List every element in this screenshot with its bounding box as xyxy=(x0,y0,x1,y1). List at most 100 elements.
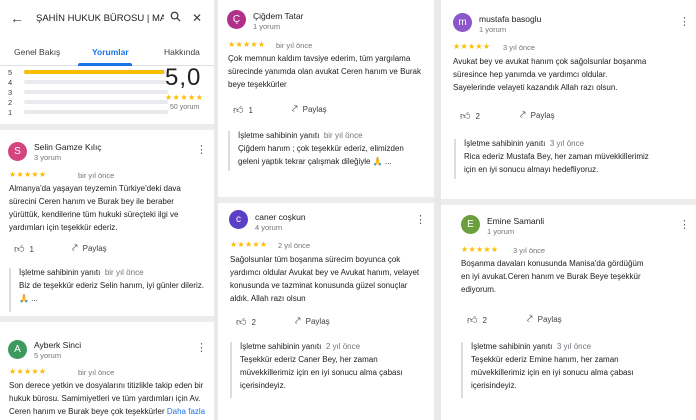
review-text: Sağolsunlar tüm boşanma sürecim boyunca … xyxy=(230,253,434,305)
rating-bar-fill xyxy=(24,70,164,74)
reviewer-name[interactable]: Emine Samanli xyxy=(487,216,544,226)
reviewer-name[interactable]: Selin Gamze Kılıç xyxy=(34,142,102,152)
owner-reply-label: İşletme sahibinin yanıtı xyxy=(464,139,546,148)
thumbs-up-icon: 👍︎ xyxy=(460,111,471,122)
reviewer-name[interactable]: mustafa basoglu xyxy=(479,14,541,24)
like-button[interactable]: 👍︎ 1 xyxy=(233,104,253,116)
owner-reply-label: İşletme sahibinin yanıtı xyxy=(238,131,320,140)
review-text-line: yardımcı oldular Avukat bey ve Avukat ha… xyxy=(230,268,420,277)
average-stars: ★★★★★ xyxy=(165,93,204,102)
close-icon[interactable]: ✕ xyxy=(186,11,208,25)
share-button[interactable]: ⤤ Paylaş xyxy=(292,104,327,115)
review-text-line: Almanya'da yaşayan teyzemin Türkiye'deki… xyxy=(9,184,181,193)
owner-reply: İşletme sahibinin yanıtı 3 yıl önce Teşe… xyxy=(461,342,687,398)
tab-overview[interactable]: Genel Bakış xyxy=(14,47,60,57)
owner-reply-date: 3 yıl önce xyxy=(549,139,585,148)
share-icon: ⤤ xyxy=(520,110,526,121)
avatar[interactable]: S xyxy=(8,142,27,161)
active-tab-indicator xyxy=(78,63,132,66)
owner-reply-text-line: geleni yaptık tekrar çalışmak dileğiyle … xyxy=(238,157,392,166)
share-button[interactable]: ⤤ Paylaş xyxy=(527,314,562,325)
rating-bar-label: 2 xyxy=(8,97,13,107)
more-options-icon[interactable]: ⋮ xyxy=(196,145,207,156)
review-text-line: süresince hep yanımda ve yardımcı oldula… xyxy=(453,70,608,79)
owner-reply-label: İşletme sahibinin yanıtı xyxy=(471,342,553,351)
review-text-line: yürüttük, kendilerine tüm hukuki süreçte… xyxy=(9,210,179,219)
share-icon: ⤤ xyxy=(527,314,533,325)
review-text-line: Sayelerinde velayeti kazandık Allah razı… xyxy=(453,83,618,92)
owner-reply: İşletme sahibinin yanıtı bir yıl önce Bi… xyxy=(9,268,209,312)
avatar[interactable]: E xyxy=(461,215,480,234)
rating-bar-row: 1 xyxy=(8,107,168,117)
review-text-line: konusunda ve tazminat konusunda güzel so… xyxy=(230,281,408,290)
avatar[interactable]: A xyxy=(8,340,27,359)
review-date: 3 yıl önce xyxy=(513,246,546,255)
search-bar[interactable]: ← ŞAHİN HUKUK BÜROSU | MAN ✕ xyxy=(6,6,208,30)
review-text-line: Ceren hanım ve Burak beye çok teşekkürle… xyxy=(9,407,165,416)
share-icon: ⤤ xyxy=(295,316,301,327)
review-text-line: en iyi avukat.Ceren hanım ve Burak Beye … xyxy=(461,272,641,281)
avatar[interactable]: Ç xyxy=(227,10,246,29)
review-text: Son derece yetkin ve dosyalarını titizli… xyxy=(9,379,214,418)
review-text-line: ediyorum. xyxy=(461,285,497,294)
read-more-link[interactable]: Daha fazla xyxy=(167,407,205,416)
owner-reply-text-line: için en iyi sonucu almayı hedefliyoruz. xyxy=(464,165,599,174)
thumbs-up-icon: 👍︎ xyxy=(233,105,244,116)
more-options-icon[interactable]: ⋮ xyxy=(679,220,690,231)
owner-reply-label: İşletme sahibinin yanıtı xyxy=(19,268,101,277)
avatar[interactable]: c xyxy=(229,210,248,229)
review-card: A Ayberk Sinci 5 yorum ⋮ ★★★★★ bir yıl ö… xyxy=(0,322,214,420)
owner-reply-text-line: Rica ederiz Mustafa Bey, her zaman müvek… xyxy=(464,152,649,161)
review-text: Almanya'da yaşayan teyzemin Türkiye'deki… xyxy=(9,182,209,234)
share-button[interactable]: ⤤ Paylaş xyxy=(72,243,107,254)
like-button[interactable]: 👍︎ 2 xyxy=(460,110,480,122)
rating-bar-label: 4 xyxy=(8,77,13,87)
review-stars: ★★★★★ xyxy=(228,40,266,49)
share-icon: ⤤ xyxy=(292,104,298,115)
review-date: 3 yıl önce xyxy=(503,43,536,52)
reviews-panel-left: ← ŞAHİN HUKUK BÜROSU | MAN ✕ Genel Bakış… xyxy=(0,0,214,420)
more-options-icon[interactable]: ⋮ xyxy=(679,17,690,28)
reviews-panel-middle: Ç Çiğdem Tatar 1 yorum ★★★★★ bir yıl önc… xyxy=(218,0,434,420)
like-count: 2 xyxy=(251,317,256,327)
owner-reply: İşletme sahibinin yanıtı bir yıl önce Çi… xyxy=(228,131,428,171)
review-text-line: Avukat bey ve avukat hanım çok sağolsunl… xyxy=(453,57,647,66)
like-button[interactable]: 👍︎ 2 xyxy=(236,316,256,328)
search-input[interactable]: ŞAHİN HUKUK BÜROSU | MAN xyxy=(28,13,164,24)
back-arrow-icon[interactable]: ← xyxy=(6,10,28,26)
like-button[interactable]: 👍︎ 2 xyxy=(467,314,487,326)
owner-reply-text-line: Teşekkür ederiz Emine hanım, her zaman xyxy=(471,355,619,364)
review-text-line: Boşanma davaları konusunda Manisa'da gör… xyxy=(461,259,644,268)
reviewer-review-count: 3 yorum xyxy=(34,153,62,162)
review-card: c caner coşkun 4 yorum ⋮ ★★★★★ 2 yıl önc… xyxy=(218,203,434,420)
search-icon[interactable] xyxy=(164,11,186,25)
review-count: 50 yorum xyxy=(170,104,200,111)
avatar[interactable]: m xyxy=(453,13,472,32)
rating-bar-label: 1 xyxy=(8,107,13,117)
share-button[interactable]: ⤤ Paylaş xyxy=(295,316,330,327)
more-options-icon[interactable]: ⋮ xyxy=(196,343,207,354)
rating-bar-label: 3 xyxy=(8,87,13,97)
review-text-line: Sağolsunlar tüm boşanma sürecim boyunca … xyxy=(230,255,401,264)
share-button[interactable]: ⤤ Paylaş xyxy=(520,110,555,121)
share-icon: ⤤ xyxy=(72,243,78,254)
review-text: Boşanma davaları konusunda Manisa'da gör… xyxy=(461,257,691,296)
tab-reviews[interactable]: Yorumlar xyxy=(92,47,129,57)
review-stars: ★★★★★ xyxy=(230,240,268,249)
owner-reply-text-line: içerisindeyiz. xyxy=(240,381,286,390)
reviewer-name[interactable]: Çiğdem Tatar xyxy=(253,11,303,21)
share-label: Paylaş xyxy=(82,244,107,253)
like-button[interactable]: 👍︎ 1 xyxy=(14,243,34,255)
more-options-icon[interactable]: ⋮ xyxy=(415,215,426,226)
owner-reply-date: bir yıl önce xyxy=(104,268,144,277)
owner-reply: İşletme sahibinin yanıtı 3 yıl önce Rica… xyxy=(454,139,690,179)
like-count: 1 xyxy=(248,105,253,115)
review-card: m mustafa basoglu 1 yorum ⋮ ★★★★★ 3 yıl … xyxy=(441,0,696,200)
reviewer-name[interactable]: caner coşkun xyxy=(255,212,306,222)
review-text: Çok memnun kaldım tavsiye ederim, tüm ya… xyxy=(228,52,432,91)
tab-about[interactable]: Hakkında xyxy=(164,47,200,57)
reviewer-review-count: 1 yorum xyxy=(487,227,515,236)
reviewer-name[interactable]: Ayberk Sinci xyxy=(34,340,81,350)
review-date: 2 yıl önce xyxy=(278,241,311,250)
rating-bar-label: 5 xyxy=(8,67,13,77)
